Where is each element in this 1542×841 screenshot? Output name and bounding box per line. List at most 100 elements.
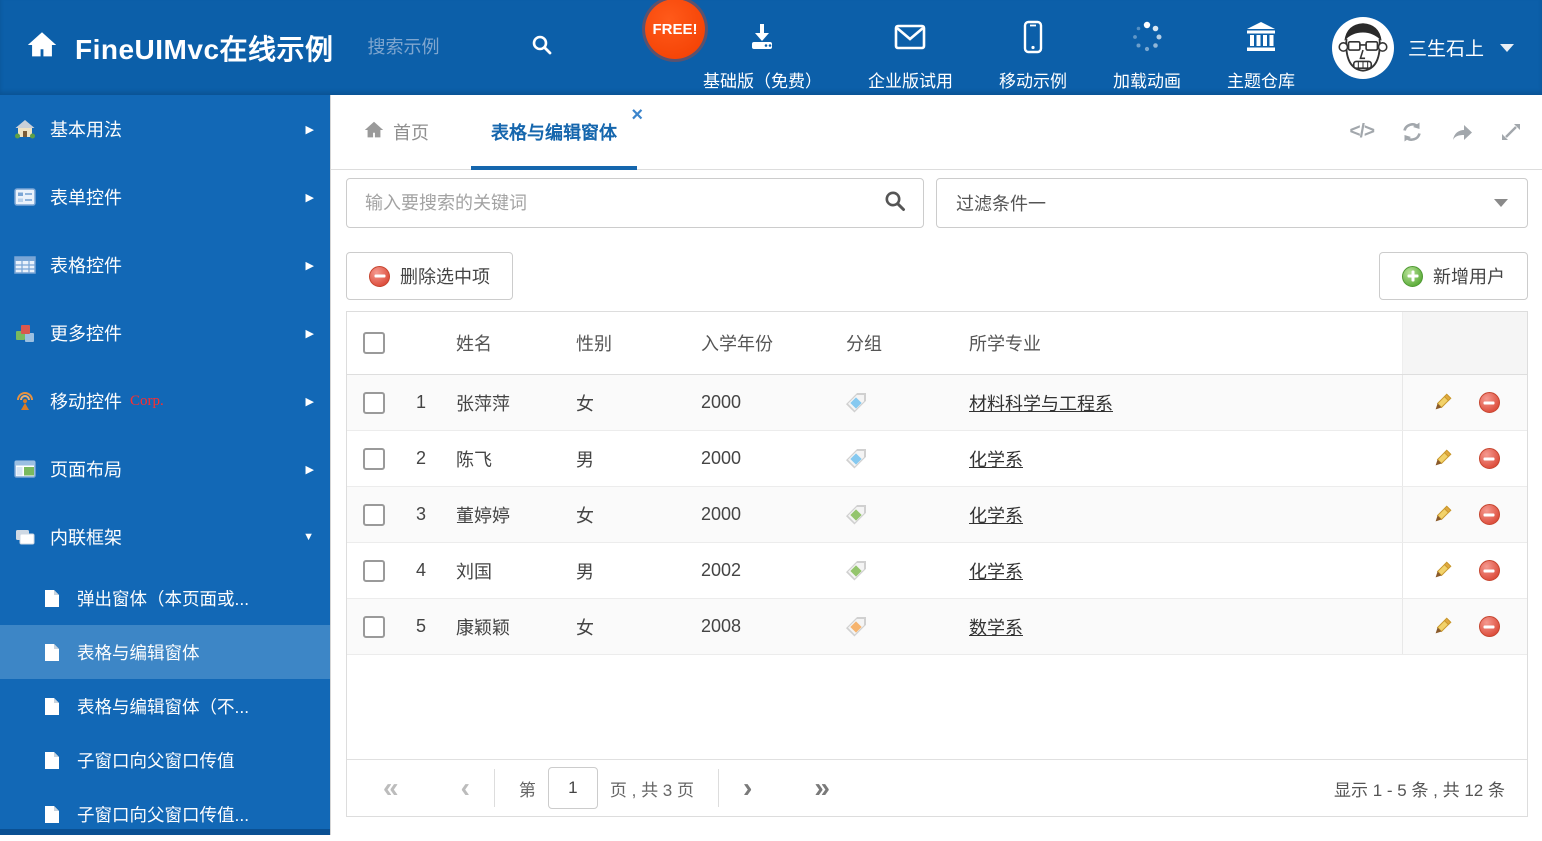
tag-icon — [846, 616, 866, 637]
cell-gender: 女 — [576, 617, 594, 638]
pager-prev-button[interactable]: ‹ — [461, 774, 470, 802]
table-row[interactable]: 5 康颖颖 女 2008 数学系 — [347, 599, 1527, 655]
row-checkbox[interactable] — [363, 503, 385, 526]
filter-row: 过滤条件一 — [346, 178, 1528, 228]
pager-last-button[interactable]: » — [814, 774, 830, 802]
col-header-gender[interactable]: 性别 — [576, 330, 701, 356]
file-icon — [42, 643, 61, 662]
row-checkbox[interactable] — [363, 615, 385, 638]
home-icon — [363, 119, 385, 146]
col-header-name[interactable]: 姓名 — [441, 330, 576, 356]
file-icon — [42, 805, 61, 824]
cell-gender: 女 — [576, 505, 594, 526]
delete-minus-icon[interactable] — [1478, 392, 1500, 413]
pagination-bar: « ‹ 第 页 , 共 3 页 › » 显示 1 - 5 条 , 共 12 条 — [347, 759, 1527, 816]
filter-dropdown[interactable]: 过滤条件一 — [936, 178, 1528, 228]
free-badge: FREE! — [644, 0, 705, 59]
edit-pencil-icon[interactable] — [1431, 504, 1453, 526]
expand-icon[interactable] — [1500, 121, 1522, 143]
row-checkbox[interactable] — [363, 391, 385, 414]
row-number: 5 — [415, 616, 426, 636]
sidebar-item-grid-controls[interactable]: 表格控件 ▶ — [0, 231, 330, 299]
filter-value: 过滤条件一 — [956, 194, 1046, 214]
major-link[interactable]: 化学系 — [969, 562, 1023, 582]
col-header-actions — [1402, 312, 1527, 374]
select-all-checkbox[interactable] — [363, 332, 385, 354]
delete-minus-icon[interactable] — [1478, 616, 1500, 637]
edit-pencil-icon[interactable] — [1431, 560, 1453, 582]
sidebar-item-basic-usage[interactable]: 基本用法 ▶ — [0, 95, 330, 163]
row-checkbox[interactable] — [363, 559, 385, 582]
col-header-year[interactable]: 入学年份 — [701, 330, 846, 356]
delete-selected-button[interactable]: 删除选中项 — [346, 252, 513, 300]
cell-name: 董婷婷 — [456, 505, 510, 526]
tab-label: 表格与编辑窗体 — [491, 123, 617, 143]
tab-home[interactable]: 首页 — [363, 119, 429, 146]
page-number-input[interactable] — [547, 767, 598, 809]
tab-grid-edit-window[interactable]: 表格与编辑窗体 × — [471, 95, 643, 170]
cell-gender: 男 — [576, 449, 594, 470]
keyword-search-input[interactable] — [363, 191, 883, 215]
sidebar-item-mobile-controls[interactable]: 移动控件 Corp. ▶ — [0, 367, 330, 435]
col-header-major[interactable]: 所学专业 — [969, 330, 1402, 356]
sidebar-subitem-child-to-parent[interactable]: 子窗口向父窗口传值 — [0, 733, 330, 787]
sidebar-subitem-grid-edit-window[interactable]: 表格与编辑窗体 — [0, 625, 330, 679]
major-link[interactable]: 化学系 — [969, 450, 1023, 470]
cell-year: 2002 — [701, 560, 742, 580]
share-arrow-icon[interactable] — [1450, 120, 1474, 144]
nav-basic-free[interactable]: FREE! 基础版（免费） — [644, 0, 822, 92]
major-link[interactable]: 数学系 — [969, 618, 1023, 638]
edit-pencil-icon[interactable] — [1431, 448, 1453, 470]
pager-next-button[interactable]: › — [743, 774, 752, 802]
layout-icon — [14, 458, 36, 480]
envelope-icon — [892, 20, 928, 59]
button-label: 删除选中项 — [400, 267, 490, 287]
nav-loading-anim[interactable]: 加载动画 — [1113, 3, 1181, 92]
file-icon — [42, 589, 61, 608]
edit-pencil-icon[interactable] — [1431, 616, 1453, 638]
grid-header-row: 姓名 性别 入学年份 分组 所学专业 — [347, 312, 1527, 375]
pager-first-button[interactable]: « — [383, 774, 399, 802]
row-checkbox[interactable] — [363, 447, 385, 470]
keyword-search-box[interactable] — [346, 178, 924, 228]
table-row[interactable]: 2 陈飞 男 2000 化学系 — [347, 431, 1527, 487]
plus-circle-icon — [1402, 265, 1423, 287]
table-row[interactable]: 1 张萍萍 女 2000 材料科学与工程系 — [347, 375, 1527, 431]
delete-minus-icon[interactable] — [1478, 448, 1500, 469]
sidebar-subitem-grid-edit-window-2[interactable]: 表格与编辑窗体（不... — [0, 679, 330, 733]
code-icon[interactable]: </> — [1350, 121, 1376, 143]
col-header-group[interactable]: 分组 — [846, 330, 969, 356]
header-nav: FREE! 基础版（免费） 企业版试用 移动示例 加载动画 主题仓库 — [644, 0, 1318, 92]
delete-minus-icon[interactable] — [1478, 560, 1500, 581]
sidebar-subitem-popup-window[interactable]: 弹出窗体（本页面或... — [0, 571, 330, 625]
cell-name: 张萍萍 — [456, 393, 510, 414]
major-link[interactable]: 材料科学与工程系 — [969, 394, 1113, 414]
refresh-icon[interactable] — [1400, 120, 1424, 144]
close-icon[interactable]: × — [631, 105, 643, 125]
edit-pencil-icon[interactable] — [1431, 392, 1453, 414]
add-user-button[interactable]: 新增用户 — [1379, 252, 1528, 300]
brand[interactable]: FineUIMvc在线示例 — [25, 28, 334, 68]
nav-label: 加载动画 — [1112, 72, 1181, 91]
header-search[interactable] — [365, 33, 576, 62]
pager-page-prefix: 第 — [518, 780, 536, 800]
sidebar-item-page-layout[interactable]: 页面布局 ▶ — [0, 435, 330, 503]
chevron-right-icon: ▶ — [305, 395, 314, 408]
sidebar-item-form-controls[interactable]: 表单控件 ▶ — [0, 163, 330, 231]
search-icon[interactable] — [530, 33, 554, 62]
user-name: 三生石上 — [1407, 39, 1484, 60]
delete-minus-icon[interactable] — [1478, 504, 1500, 525]
search-icon[interactable] — [883, 189, 907, 218]
major-link[interactable]: 化学系 — [969, 506, 1023, 526]
sidebar-item-more-controls[interactable]: 更多控件 ▶ — [0, 299, 330, 367]
chevron-right-icon: ▶ — [305, 259, 314, 272]
user-menu[interactable]: 三生石上 — [1331, 16, 1514, 79]
cubes-icon — [14, 322, 36, 344]
nav-enterprise-trial[interactable]: 企业版试用 — [868, 3, 953, 92]
nav-theme-repo[interactable]: 主题仓库 — [1227, 3, 1295, 92]
table-row[interactable]: 3 董婷婷 女 2000 化学系 — [347, 487, 1527, 543]
header-search-input[interactable] — [365, 36, 530, 59]
nav-mobile-demo[interactable]: 移动示例 — [999, 3, 1067, 92]
table-row[interactable]: 4 刘国 男 2002 化学系 — [347, 543, 1527, 599]
sidebar-item-inline-frames[interactable]: 内联框架 ▼ — [0, 503, 330, 571]
